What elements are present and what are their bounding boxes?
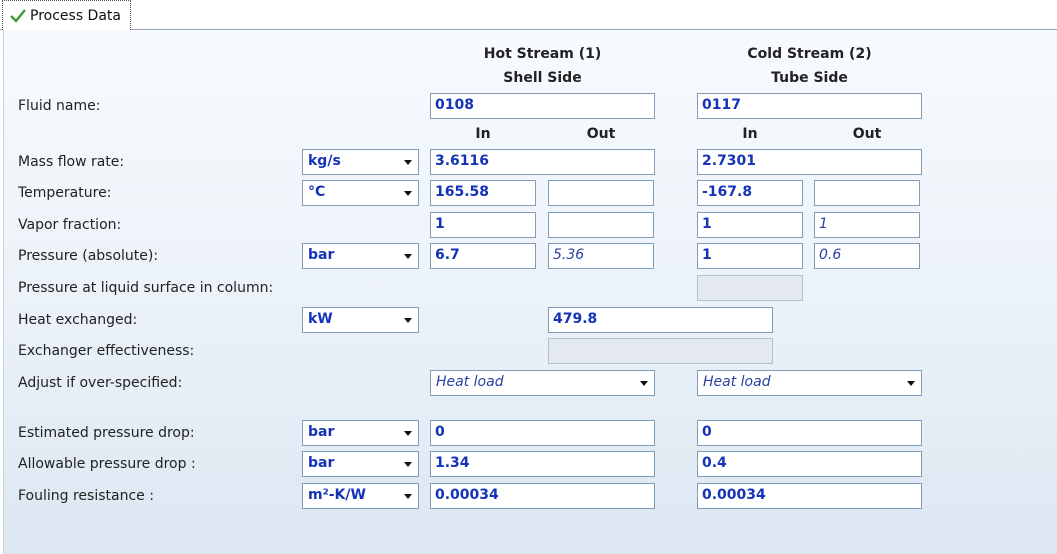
heat-unit-select[interactable]: kW [302,307,419,333]
vapor-fraction-label: Vapor fraction: [18,217,122,233]
hot-vapor-out-field[interactable] [548,212,654,238]
hot-fouling-field[interactable]: 0.00034 [430,483,655,509]
cold-fluid-name-field[interactable]: 0117 [697,93,922,119]
allow-dp-unit-value: bar [308,455,335,471]
chevron-down-icon [404,318,412,323]
mass-flow-unit-select[interactable]: kg/s [302,149,419,175]
hot-stream-side: Shell Side [503,70,582,86]
hot-temp-out-field[interactable] [548,180,654,206]
effectiveness-field [548,338,773,364]
temperature-unit-select[interactable]: °C [302,180,419,206]
cold-stream-side: Tube Side [771,70,848,86]
mass-flow-unit-value: kg/s [308,153,341,169]
hot-pressure-in-field[interactable]: 6.7 [430,243,536,269]
cold-in-header: In [742,126,758,142]
checkmark-icon [10,8,26,24]
pressure-liquid-label: Pressure at liquid surface in column: [18,280,274,296]
hot-temp-in-field[interactable]: 165.58 [430,180,536,206]
hot-est-dp-field[interactable]: 0 [430,420,655,446]
hot-adjust-select[interactable]: Heat load [430,370,655,396]
fluid-name-label: Fluid name: [18,98,101,114]
hot-out-header: Out [586,126,616,142]
fouling-label: Fouling resistance : [18,488,154,504]
hot-fluid-name-field[interactable]: 0108 [430,93,655,119]
est-dp-unit-select[interactable]: bar [302,420,419,446]
hot-allow-dp-field[interactable]: 1.34 [430,451,655,477]
heat-exchanged-field[interactable]: 479.8 [548,307,773,333]
hot-vapor-in-field[interactable]: 1 [430,212,536,238]
hot-pressure-out-field[interactable]: 5.36 [548,243,654,269]
chevron-down-icon [907,381,915,386]
allow-pressure-drop-label: Allowable pressure drop : [18,456,196,472]
pressure-label: Pressure (absolute): [18,248,159,264]
chevron-down-icon [404,254,412,259]
cold-stream-title: Cold Stream (2) [747,46,872,62]
fouling-unit-select[interactable]: m²-K/W [302,483,419,509]
chevron-down-icon [404,462,412,467]
cold-mass-flow-field[interactable]: 2.7301 [697,149,922,175]
mass-flow-label: Mass flow rate: [18,154,125,170]
adjust-label: Adjust if over-specified: [18,375,183,391]
heat-unit-value: kW [308,311,333,327]
chevron-down-icon [404,494,412,499]
tab-process-data[interactable]: Process Data [2,0,131,30]
cold-pressure-liquid-field [697,275,803,301]
cold-adjust-value: Heat load [703,374,771,390]
chevron-down-icon [404,431,412,436]
est-pressure-drop-label: Estimated pressure drop: [18,425,195,441]
cold-vapor-out-field[interactable]: 1 [814,212,920,238]
hot-in-header: In [475,126,491,142]
pressure-unit-select[interactable]: bar [302,243,419,269]
process-data-panel: Hot Stream (1) Shell Side Cold Stream (2… [3,30,1057,554]
temperature-label: Temperature: [18,185,112,201]
tab-bar: Process Data [0,0,1057,30]
est-dp-unit-value: bar [308,424,335,440]
cold-pressure-out-field[interactable]: 0.6 [814,243,920,269]
pressure-unit-value: bar [308,247,335,263]
allow-dp-unit-select[interactable]: bar [302,451,419,477]
cold-temp-in-field[interactable]: -167.8 [697,180,803,206]
hot-adjust-value: Heat load [436,374,504,390]
cold-adjust-select[interactable]: Heat load [697,370,922,396]
hot-stream-title: Hot Stream (1) [483,46,602,62]
cold-fouling-field[interactable]: 0.00034 [697,483,922,509]
cold-vapor-in-field[interactable]: 1 [697,212,803,238]
cold-est-dp-field[interactable]: 0 [697,420,922,446]
tab-label: Process Data [30,7,121,24]
temperature-unit-value: °C [308,184,326,200]
fouling-unit-value: m²-K/W [308,487,366,503]
cold-allow-dp-field[interactable]: 0.4 [697,451,922,477]
cold-temp-out-field[interactable] [814,180,920,206]
cold-pressure-in-field[interactable]: 1 [697,243,803,269]
effectiveness-label: Exchanger effectiveness: [18,343,195,359]
cold-out-header: Out [852,126,882,142]
chevron-down-icon [404,160,412,165]
heat-exchanged-label: Heat exchanged: [18,312,138,328]
chevron-down-icon [404,191,412,196]
hot-mass-flow-field[interactable]: 3.6116 [430,149,655,175]
chevron-down-icon [640,381,648,386]
